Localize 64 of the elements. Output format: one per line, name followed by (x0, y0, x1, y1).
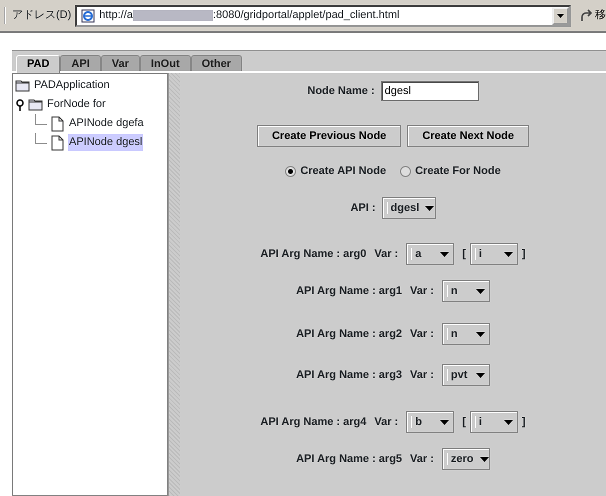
caret-icon (480, 456, 489, 462)
folder-icon (15, 78, 30, 94)
dropdown[interactable]: n (442, 323, 490, 345)
dropdown[interactable]: i (470, 243, 518, 265)
tree-line (35, 114, 47, 125)
page-icon (81, 8, 96, 22)
field-label: Node Name : (307, 85, 375, 97)
caret-icon (440, 252, 450, 256)
tab[interactable]: Other (190, 55, 242, 71)
dropdown[interactable]: a (406, 243, 454, 265)
var-label: Var : (374, 248, 398, 260)
bracket: [ (462, 416, 466, 428)
tree-line (35, 133, 47, 144)
radio-button[interactable] (285, 166, 296, 176)
arg-name: API Arg Name : arg0 (260, 248, 366, 260)
bracket: [ (462, 248, 466, 260)
dropdown[interactable]: zero (442, 448, 490, 470)
tab[interactable]: Var (100, 55, 140, 71)
caret-icon (504, 420, 513, 424)
caret-icon (557, 14, 564, 18)
file-icon (50, 134, 65, 150)
tree-item[interactable]: APINode dgefa (68, 115, 145, 132)
create-button[interactable]: Create Previous Node (256, 125, 402, 147)
var-label: Var : (410, 369, 434, 381)
bracket: ] (522, 248, 526, 260)
arg-name: API Arg Name : arg2 (296, 328, 402, 340)
address-label: アドレス(D) (4, 7, 72, 24)
dropdown[interactable]: i (470, 411, 518, 433)
caret-icon (476, 288, 485, 294)
go-button[interactable]: 移 (575, 7, 606, 24)
var-label: Var : (410, 453, 434, 465)
tab[interactable]: API (60, 55, 101, 71)
tree-item[interactable]: ForNode for (46, 96, 107, 113)
tree-item[interactable]: APINode dgesl (68, 134, 144, 151)
caret-icon (504, 252, 513, 256)
expand-handle-icon[interactable] (15, 98, 25, 110)
create-button[interactable]: Create Next Node (407, 125, 530, 147)
var-label: Var : (410, 285, 434, 297)
var-label: Var : (410, 328, 434, 340)
caret-icon (476, 372, 485, 378)
caret-icon (425, 206, 434, 210)
tree-item[interactable]: PADApplication (33, 77, 111, 94)
caret-icon (476, 332, 485, 336)
dropdown[interactable]: dgesl (382, 197, 436, 219)
arg-name: API Arg Name : arg1 (296, 285, 402, 297)
address-field[interactable]: http://a :8080/gridportal/applet/pad_client.html (75, 4, 571, 26)
dropdown[interactable]: b (406, 411, 454, 433)
tab[interactable]: PAD (16, 55, 60, 73)
arg-name: API Arg Name : arg3 (296, 369, 402, 381)
arrow-icon (579, 8, 593, 22)
text-field[interactable]: dgesl (380, 81, 479, 101)
var-label: Var : (374, 416, 398, 428)
dropdown[interactable]: pvt (442, 364, 490, 386)
arg-name: API Arg Name : arg4 (260, 416, 366, 428)
radio-button[interactable] (400, 166, 412, 176)
file-icon (50, 116, 65, 132)
caret-icon (440, 420, 450, 424)
bracket: ] (522, 416, 526, 428)
api-label: API : (350, 202, 376, 214)
dropdown-button[interactable] (552, 6, 569, 24)
folder-icon (28, 96, 43, 112)
dropdown[interactable]: n (442, 280, 490, 302)
arg-name: API Arg Name : arg5 (296, 453, 402, 465)
tab[interactable]: InOut (140, 55, 191, 71)
